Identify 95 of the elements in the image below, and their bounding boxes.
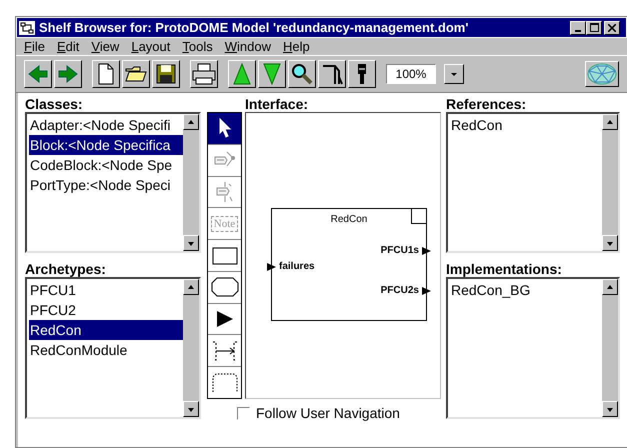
palette-tool-button[interactable] bbox=[208, 240, 241, 272]
port-label: PFCU1s bbox=[380, 245, 419, 256]
scroll-down-button[interactable] bbox=[183, 235, 199, 251]
mesh-sphere-icon bbox=[587, 63, 617, 85]
scroll-down-button[interactable] bbox=[183, 401, 199, 417]
port-arrow-icon bbox=[422, 286, 431, 294]
checkbox-label[interactable]: Follow User Navigation bbox=[256, 405, 400, 421]
pointer-icon bbox=[218, 118, 232, 138]
palette-tool-button[interactable] bbox=[208, 335, 241, 368]
octagon-icon bbox=[210, 277, 238, 298]
toolbar-button[interactable] bbox=[122, 60, 150, 88]
up-triangle-icon bbox=[186, 282, 196, 292]
menu-item[interactable]: File bbox=[20, 39, 53, 54]
menu-item[interactable]: Layout bbox=[127, 39, 178, 54]
menu-item[interactable]: Window bbox=[220, 39, 279, 54]
menu-item[interactable]: View bbox=[87, 39, 128, 54]
scroll-up-button[interactable] bbox=[602, 114, 618, 130]
scrollbar[interactable] bbox=[183, 279, 199, 417]
port-arrow-icon bbox=[267, 262, 276, 270]
toolbar-button[interactable] bbox=[92, 60, 120, 88]
menu-item[interactable]: Edit bbox=[52, 39, 88, 54]
list-label: Archetypes: bbox=[25, 261, 107, 277]
list-label: Classes: bbox=[25, 96, 84, 112]
scroll-down-button[interactable] bbox=[602, 401, 618, 417]
list-item[interactable]: RedConModule bbox=[29, 340, 183, 360]
list-item[interactable]: RedCon bbox=[29, 320, 183, 340]
canvas-label: Interface: bbox=[245, 96, 310, 112]
span-connector-icon bbox=[212, 340, 238, 361]
toolbar-button[interactable] bbox=[24, 60, 52, 88]
scroll-up-button[interactable] bbox=[183, 114, 199, 130]
scrollbar[interactable] bbox=[183, 114, 199, 251]
list-item[interactable]: Block:<Node Specifica bbox=[29, 135, 183, 155]
scroll-down-button[interactable] bbox=[602, 235, 618, 251]
list-item[interactable]: CodeBlock:<Node Spe bbox=[29, 155, 183, 175]
menu-item[interactable]: Help bbox=[278, 39, 318, 54]
toolbar-button[interactable] bbox=[288, 60, 316, 88]
close-button[interactable] bbox=[604, 20, 620, 34]
list-item[interactable]: RedCon_BG bbox=[450, 280, 602, 300]
list-item[interactable]: PFCU2 bbox=[29, 300, 183, 320]
minimize-icon bbox=[575, 30, 581, 32]
scrollbar[interactable] bbox=[602, 114, 618, 251]
back-arrow-icon bbox=[27, 64, 49, 84]
port-label: failures bbox=[279, 261, 315, 272]
palette-tool-button[interactable] bbox=[208, 367, 241, 398]
block-title: RedCon bbox=[330, 214, 368, 225]
triangle-icon bbox=[216, 310, 234, 328]
dashed-rounded-rect-icon bbox=[212, 372, 238, 393]
list-item[interactable]: PortType:<Node Speci bbox=[29, 175, 183, 195]
palette-tool-button[interactable] bbox=[208, 113, 241, 145]
port-arrow-icon bbox=[422, 246, 431, 254]
mesh-sphere-button[interactable] bbox=[585, 61, 619, 87]
new-document-icon bbox=[98, 63, 114, 85]
up-arrow-icon bbox=[233, 63, 251, 85]
window-title: Shelf Browser for: ProtoDOME Model 'redundancy-management.dom' bbox=[39, 20, 470, 35]
folder-icon bbox=[125, 65, 147, 83]
toolbar-button[interactable] bbox=[318, 60, 346, 88]
toolbar-button[interactable] bbox=[190, 60, 218, 88]
palette-tool-button[interactable] bbox=[208, 272, 241, 304]
scrollbar[interactable] bbox=[602, 279, 618, 417]
printer-icon bbox=[192, 63, 216, 85]
note-icon: Note bbox=[210, 216, 238, 232]
forward-arrow-icon bbox=[57, 64, 79, 84]
list-box[interactable]: Adapter:<Node Specifi Block:<Node Specifica CodeBlock:<Node Spe PortType:<Node Speci bbox=[25, 112, 201, 253]
close-icon bbox=[608, 24, 616, 32]
up-triangle-icon bbox=[605, 118, 615, 126]
list-item[interactable]: RedCon bbox=[450, 115, 602, 135]
down-arrow-icon bbox=[263, 63, 281, 85]
list-box[interactable]: RedCon bbox=[446, 112, 620, 253]
minimize-button[interactable] bbox=[570, 20, 586, 34]
app-icon bbox=[19, 20, 35, 34]
up-triangle-icon bbox=[186, 118, 196, 126]
scroll-up-button[interactable] bbox=[183, 279, 199, 295]
list-label: Implementations: bbox=[446, 261, 563, 277]
list-label: References: bbox=[446, 96, 528, 112]
rectangle-icon bbox=[212, 246, 238, 265]
search-icon bbox=[291, 63, 313, 85]
list-item[interactable]: PFCU1 bbox=[29, 280, 183, 300]
zoom-field[interactable]: 100% bbox=[386, 64, 436, 84]
toolbar-button[interactable] bbox=[258, 60, 286, 88]
toolbar-button[interactable] bbox=[228, 60, 256, 88]
scroll-up-button[interactable] bbox=[602, 279, 618, 295]
maximize-icon bbox=[590, 23, 598, 32]
list-box[interactable]: PFCU1 PFCU2 RedCon RedConModule bbox=[25, 277, 201, 419]
list-box[interactable]: RedCon_BG bbox=[446, 277, 620, 419]
toolbar-button[interactable] bbox=[54, 60, 82, 88]
caret-icon bbox=[450, 72, 458, 76]
list-item[interactable]: Adapter:<Node Specifi bbox=[29, 115, 183, 135]
palette-tool-button[interactable] bbox=[208, 304, 241, 336]
toolbar-button[interactable] bbox=[348, 60, 376, 88]
port-label: PFCU2s bbox=[380, 285, 419, 296]
maximize-button[interactable] bbox=[586, 20, 602, 34]
menu-item[interactable]: Tools bbox=[178, 39, 221, 54]
zoom-dropdown-button[interactable] bbox=[444, 64, 464, 84]
toolbar-button[interactable] bbox=[152, 60, 180, 88]
up-triangle-icon bbox=[605, 282, 615, 292]
